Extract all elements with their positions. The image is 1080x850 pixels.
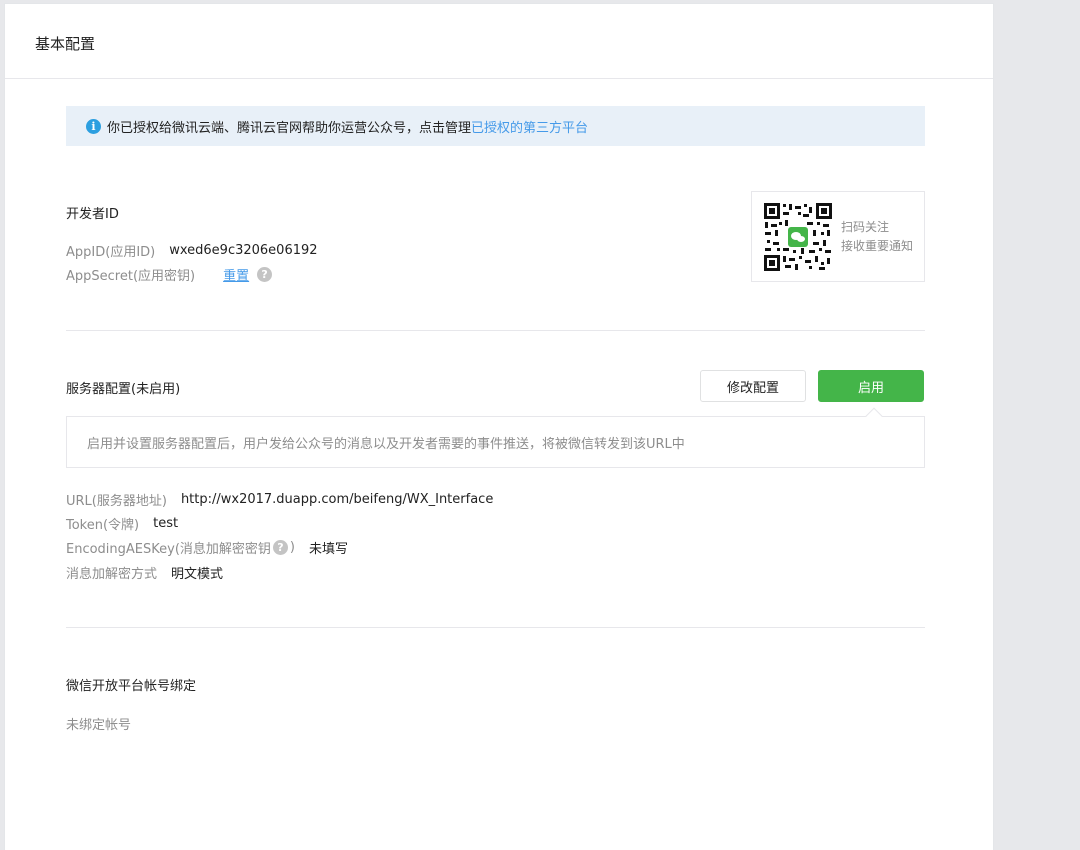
authorization-notice: i 你已授权给微讯云端、腾讯云官网帮助你运营公众号，点击管理 已授权的第三方平台 bbox=[66, 106, 925, 146]
server-config-title: 服务器配置(未启用) bbox=[66, 382, 181, 397]
appid-value: wxed6e9c3206e06192 bbox=[169, 243, 318, 258]
modify-config-button[interactable]: 修改配置 bbox=[700, 370, 806, 402]
aeskey-row: EncodingAESKey(消息加解密密钥 ? ) 未填写 bbox=[66, 538, 348, 557]
encryption-mode-value: 明文模式 bbox=[171, 567, 224, 582]
notice-text: 你已授权给微讯云端、腾讯云官网帮助你运营公众号，点击管理 bbox=[107, 120, 472, 136]
open-platform-status: 未绑定帐号 bbox=[66, 718, 132, 733]
url-label: URL(服务器地址) bbox=[66, 494, 167, 509]
aeskey-label-close: ) bbox=[289, 540, 295, 555]
aeskey-label: EncodingAESKey(消息加解密密钥 bbox=[66, 542, 271, 557]
third-party-platform-link[interactable]: 已授权的第三方平台 bbox=[471, 117, 588, 136]
url-value: http://wx2017.duapp.com/beifeng/WX_Inter… bbox=[180, 492, 494, 507]
appid-label: AppID(应用ID) bbox=[66, 245, 156, 260]
aeskey-value: 未填写 bbox=[309, 542, 349, 557]
token-value: test bbox=[153, 516, 179, 531]
server-config-tip: 启用并设置服务器配置后，用户发给公众号的消息以及开发者需要的事件推送，将被微信转… bbox=[66, 416, 925, 468]
qr-line-1: 扫码关注 bbox=[841, 219, 890, 234]
appsecret-label: AppSecret(应用密钥) bbox=[66, 269, 196, 284]
page-header: 基本配置 bbox=[5, 4, 993, 79]
section-divider bbox=[66, 330, 925, 331]
open-platform-status-row: 未绑定帐号 bbox=[66, 714, 131, 733]
qr-code-icon bbox=[763, 201, 833, 272]
url-row: URL(服务器地址) http://wx2017.duapp.com/beife… bbox=[66, 490, 493, 509]
section-divider bbox=[66, 627, 925, 628]
page-title: 基本配置 bbox=[35, 35, 96, 53]
question-circle-icon[interactable]: ? bbox=[272, 540, 288, 555]
qr-card-text: 扫码关注 接收重要通知 bbox=[841, 218, 913, 256]
info-icon: i bbox=[86, 118, 101, 134]
token-label: Token(令牌) bbox=[66, 518, 140, 533]
appsecret-row: AppSecret(应用密钥) 重置 ? bbox=[66, 265, 273, 284]
encryption-mode-row: 消息加解密方式 明文模式 bbox=[66, 563, 223, 582]
qr-card: 扫码关注 接收重要通知 bbox=[751, 191, 925, 282]
developer-id-title: 开发者ID bbox=[66, 207, 119, 222]
token-row: Token(令牌) test bbox=[66, 514, 178, 533]
open-platform-title: 微信开放平台帐号绑定 bbox=[66, 679, 197, 694]
enable-button[interactable]: 启用 bbox=[818, 370, 924, 402]
question-circle-icon[interactable]: ? bbox=[257, 267, 273, 282]
encryption-mode-label: 消息加解密方式 bbox=[66, 567, 158, 582]
reset-secret-link[interactable]: 重置 bbox=[223, 265, 249, 284]
appid-row: AppID(应用ID) wxed6e9c3206e06192 bbox=[66, 241, 318, 260]
qr-line-2: 接收重要通知 bbox=[841, 238, 914, 253]
